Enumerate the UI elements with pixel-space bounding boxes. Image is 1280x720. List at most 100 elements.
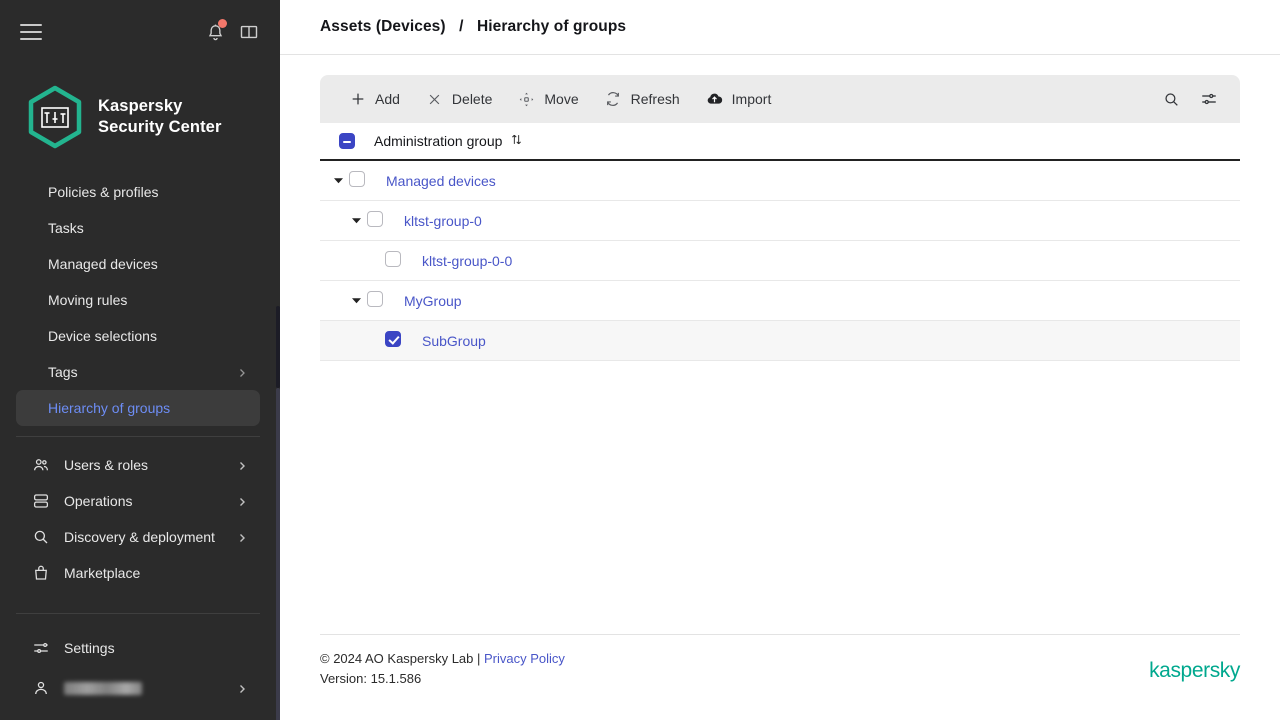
- help-manual-icon[interactable]: [236, 19, 262, 45]
- sidebar-item-label: Discovery & deployment: [64, 529, 215, 545]
- sidebar-item-policies-profiles[interactable]: Policies & profiles: [16, 174, 260, 210]
- import-button[interactable]: Import: [693, 82, 785, 116]
- sidebar-item-discovery-deployment[interactable]: Discovery & deployment: [16, 519, 260, 555]
- breadcrumb-separator: /: [459, 18, 463, 35]
- chevron-right-icon: [236, 682, 248, 694]
- sidebar-item-label: Marketplace: [64, 565, 140, 581]
- sidebar-divider-1: [16, 436, 260, 437]
- brand-title: Kaspersky Security Center: [98, 96, 221, 138]
- sidebar-navigation: Policies & profiles Tasks Managed device…: [0, 156, 280, 720]
- table-row[interactable]: MyGroup: [320, 281, 1240, 321]
- sidebar-item-label: Tasks: [48, 220, 84, 236]
- sidebar-divider-2: [16, 613, 260, 614]
- row-checkbox[interactable]: [385, 251, 401, 267]
- sort-updown-icon[interactable]: [510, 133, 523, 149]
- move-button[interactable]: Move: [505, 82, 591, 116]
- kaspersky-wordmark: kaspersky: [1149, 659, 1240, 682]
- cloud-upload-icon: [706, 91, 723, 108]
- brand-block: Kaspersky Security Center: [0, 64, 280, 156]
- hamburger-menu-icon[interactable]: [20, 24, 42, 40]
- row-checkbox-cell: [385, 331, 401, 350]
- user-account-icon: [32, 679, 50, 697]
- breadcrumb-root[interactable]: Assets (Devices): [320, 18, 446, 35]
- sidebar-item-moving-rules[interactable]: Moving rules: [16, 282, 260, 318]
- chevron-right-icon: [236, 459, 248, 471]
- sidebar-topbar: [0, 0, 280, 64]
- expand-triangle-icon[interactable]: [348, 293, 364, 309]
- group-name-link[interactable]: Managed devices: [386, 173, 496, 189]
- close-x-icon: [426, 91, 443, 108]
- sidebar: Kaspersky Security Center Policies & pro…: [0, 0, 280, 720]
- table-row[interactable]: SubGroup: [320, 321, 1240, 361]
- table-toolbar: Add Delete Move: [320, 75, 1240, 123]
- sidebar-item-tasks[interactable]: Tasks: [16, 210, 260, 246]
- page-topbar: Assets (Devices) / Hierarchy of groups: [280, 0, 1280, 55]
- move-button-label: Move: [544, 91, 578, 107]
- sidebar-item-label: Moving rules: [48, 292, 127, 308]
- row-checkbox[interactable]: [367, 211, 383, 227]
- sidebar-item-label: Hierarchy of groups: [48, 400, 170, 416]
- users-icon: [32, 456, 50, 474]
- delete-button[interactable]: Delete: [413, 82, 505, 116]
- sidebar-item-label: Device selections: [48, 328, 157, 344]
- row-checkbox-cell: [367, 291, 383, 310]
- footer-version: Version: 15.1.586: [320, 669, 565, 689]
- import-button-label: Import: [732, 91, 772, 107]
- sidebar-item-users-roles[interactable]: Users & roles: [16, 447, 260, 483]
- row-checkbox[interactable]: [349, 171, 365, 187]
- row-checkbox-cell: [367, 211, 383, 230]
- sidebar-item-label: Operations: [64, 493, 132, 509]
- notifications-icon[interactable]: [202, 19, 228, 45]
- refresh-icon: [605, 91, 622, 108]
- sidebar-item-device-selections[interactable]: Device selections: [16, 318, 260, 354]
- group-name-link[interactable]: kltst-group-0: [404, 213, 482, 229]
- filter-settings-icon[interactable]: [1192, 82, 1226, 116]
- sidebar-item-managed-devices[interactable]: Managed devices: [16, 246, 260, 282]
- table-header-row: Administration group: [320, 123, 1240, 161]
- chevron-right-icon: [236, 531, 248, 543]
- column-header-administration-group[interactable]: Administration group: [374, 123, 1240, 161]
- kaspersky-hexagon-logo: [26, 85, 84, 149]
- select-all-cell: [320, 123, 374, 161]
- row-checkbox-cell: [349, 171, 365, 190]
- row-checkbox-cell: [385, 251, 401, 270]
- add-button-label: Add: [375, 91, 400, 107]
- sidebar-item-hierarchy-of-groups[interactable]: Hierarchy of groups: [16, 390, 260, 426]
- expand-triangle-icon[interactable]: [348, 213, 364, 229]
- sidebar-item-tags[interactable]: Tags: [16, 354, 260, 390]
- refresh-button-label: Refresh: [631, 91, 680, 107]
- search-icon[interactable]: [1154, 82, 1188, 116]
- brand-line-1: Kaspersky: [98, 96, 221, 117]
- sidebar-item-user-account[interactable]: [16, 670, 260, 706]
- expand-triangle-icon[interactable]: [330, 173, 346, 189]
- sidebar-item-label: Settings: [64, 640, 115, 656]
- footer-copyright: © 2024 AO Kaspersky Lab |: [320, 651, 480, 666]
- table-row[interactable]: kltst-group-0-0: [320, 241, 1240, 281]
- groups-tree: Managed devices kltst-group-0: [320, 161, 1240, 361]
- group-name-link[interactable]: kltst-group-0-0: [422, 253, 512, 269]
- marketplace-icon: [32, 564, 50, 582]
- redacted-username: [64, 682, 142, 695]
- group-name-link[interactable]: MyGroup: [404, 293, 462, 309]
- sidebar-item-operations[interactable]: Operations: [16, 483, 260, 519]
- sidebar-item-marketplace[interactable]: Marketplace: [16, 555, 260, 591]
- row-checkbox[interactable]: [367, 291, 383, 307]
- sidebar-item-settings[interactable]: Settings: [16, 630, 260, 666]
- page-footer: © 2024 AO Kaspersky Lab | Privacy Policy…: [320, 634, 1240, 720]
- plus-icon: [349, 91, 366, 108]
- footer-copyright-line: © 2024 AO Kaspersky Lab | Privacy Policy: [320, 649, 565, 669]
- select-all-checkbox[interactable]: [339, 133, 355, 149]
- table-row[interactable]: kltst-group-0: [320, 201, 1240, 241]
- add-button[interactable]: Add: [336, 82, 413, 116]
- main-area: Assets (Devices) / Hierarchy of groups A…: [280, 0, 1280, 720]
- privacy-policy-link[interactable]: Privacy Policy: [484, 651, 565, 666]
- sidebar-item-label: Tags: [48, 364, 78, 380]
- sidebar-item-label: Users & roles: [64, 457, 148, 473]
- settings-sliders-icon: [32, 639, 50, 657]
- refresh-button[interactable]: Refresh: [592, 82, 693, 116]
- table-row[interactable]: Managed devices: [320, 161, 1240, 201]
- group-name-link[interactable]: SubGroup: [422, 333, 486, 349]
- row-checkbox[interactable]: [385, 331, 401, 347]
- breadcrumb: Assets (Devices) / Hierarchy of groups: [320, 18, 626, 36]
- sidebar-item-label: Policies & profiles: [48, 184, 159, 200]
